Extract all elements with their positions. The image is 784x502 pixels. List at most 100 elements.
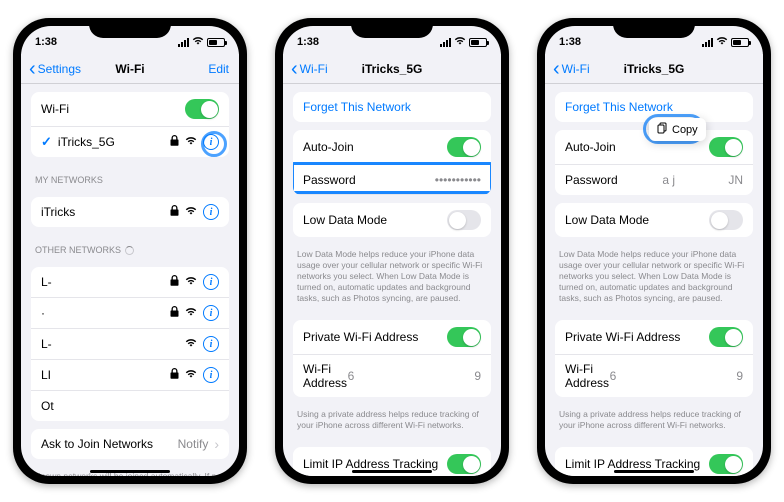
- phone-frame-2: 1:38 Wi-Fi iTricks_5G Forget This Networ…: [275, 18, 509, 484]
- home-indicator[interactable]: [614, 470, 694, 473]
- forget-network-button[interactable]: Forget This Network: [293, 92, 491, 122]
- my-networks-header: MY NETWORKS: [21, 165, 239, 189]
- password-value: a j JN: [662, 173, 743, 187]
- battery-icon: [731, 38, 749, 47]
- auto-join-label: Auto-Join: [565, 140, 616, 154]
- auto-join-toggle[interactable]: [709, 137, 743, 157]
- battery-icon: [469, 38, 487, 47]
- notch: [351, 18, 433, 38]
- status-time: 1:38: [297, 36, 319, 48]
- phone-frame-1: 1:38 Settings Wi-Fi Edit Wi-Fi: [13, 18, 247, 484]
- wifi-icon: [185, 206, 197, 218]
- phone-frame-3: 1:38 Wi-Fi iTricks_5G Forget This Networ…: [537, 18, 771, 484]
- nav-bar: Wi-Fi iTricks_5G: [283, 54, 501, 84]
- home-indicator[interactable]: [352, 470, 432, 473]
- wifi-icon: [185, 338, 197, 350]
- wifi-toggle-row: Wi-Fi: [31, 92, 229, 127]
- low-data-row: Low Data Mode: [293, 203, 491, 237]
- wifi-icon: [185, 307, 197, 319]
- lock-icon: [170, 306, 179, 320]
- wifi-address-row: Wi-Fi Address 6 9: [555, 355, 753, 397]
- low-data-toggle[interactable]: [447, 210, 481, 230]
- back-button[interactable]: Wi-Fi: [291, 62, 328, 76]
- password-value: •••••••••••: [435, 173, 481, 187]
- network-row[interactable]: L-i: [31, 267, 229, 298]
- wifi-toggle[interactable]: [185, 99, 219, 119]
- other-networks-header: OTHER NETWORKS: [21, 235, 239, 259]
- lock-icon: [170, 205, 179, 219]
- wifi-address-label: Wi-Fi Address: [303, 362, 348, 390]
- wifi-address-value: 6 9: [610, 369, 743, 383]
- chevron-right-icon: ›: [214, 436, 219, 452]
- wifi-address-label: Wi-Fi Address: [565, 362, 610, 390]
- low-data-toggle[interactable]: [709, 210, 743, 230]
- wifi-status-icon: [192, 36, 204, 48]
- network-row[interactable]: Ot: [31, 391, 229, 421]
- low-data-note: Low Data Mode helps reduce your iPhone d…: [283, 245, 501, 312]
- lock-icon: [170, 275, 179, 289]
- lock-icon: [170, 368, 179, 382]
- network-name: iTricks: [41, 205, 75, 219]
- lock-icon: [170, 135, 179, 149]
- screen-3: 1:38 Wi-Fi iTricks_5G Forget This Networ…: [545, 26, 763, 476]
- low-data-label: Low Data Mode: [565, 213, 649, 227]
- auto-join-toggle[interactable]: [447, 137, 481, 157]
- private-address-toggle[interactable]: [709, 327, 743, 347]
- private-address-label: Private Wi-Fi Address: [565, 330, 680, 344]
- back-button[interactable]: Wi-Fi: [553, 62, 590, 76]
- info-button[interactable]: i: [203, 134, 219, 150]
- spinner-icon: [125, 246, 134, 255]
- private-address-row: Private Wi-Fi Address: [293, 320, 491, 355]
- nav-bar: Wi-Fi iTricks_5G: [545, 54, 763, 84]
- connected-network-row[interactable]: ✓ iTricks_5G i: [31, 127, 229, 157]
- info-button[interactable]: i: [203, 204, 219, 220]
- page-title: Wi-Fi: [115, 62, 144, 76]
- limit-tracking-toggle[interactable]: [447, 454, 481, 474]
- signal-icon: [178, 38, 189, 47]
- back-button[interactable]: Settings: [29, 62, 81, 76]
- wifi-toggle-label: Wi-Fi: [41, 102, 69, 116]
- private-address-toggle[interactable]: [447, 327, 481, 347]
- private-address-note: Using a private address helps reduce tra…: [545, 405, 763, 439]
- info-button[interactable]: i: [203, 274, 219, 290]
- private-address-row: Private Wi-Fi Address: [555, 320, 753, 355]
- status-time: 1:38: [559, 36, 581, 48]
- copy-icon: [657, 122, 668, 137]
- screen-2: 1:38 Wi-Fi iTricks_5G Forget This Networ…: [283, 26, 501, 476]
- network-row[interactable]: ·i: [31, 298, 229, 329]
- content[interactable]: Wi-Fi ✓ iTricks_5G i: [21, 84, 239, 476]
- content[interactable]: Forget This Network Copy Auto-Join Passw…: [545, 84, 763, 476]
- network-row-itricks[interactable]: iTricks i: [31, 197, 229, 227]
- network-row[interactable]: LIi: [31, 360, 229, 391]
- info-button[interactable]: i: [203, 367, 219, 383]
- low-data-label: Low Data Mode: [303, 213, 387, 227]
- copy-popover[interactable]: Copy: [649, 118, 706, 141]
- password-row[interactable]: Password a j JN: [555, 165, 753, 195]
- low-data-note: Low Data Mode helps reduce your iPhone d…: [545, 245, 763, 312]
- low-data-row: Low Data Mode: [555, 203, 753, 237]
- content[interactable]: Forget This Network Auto-Join Password •…: [283, 84, 501, 476]
- info-button[interactable]: i: [203, 305, 219, 321]
- edit-button[interactable]: Edit: [208, 62, 229, 76]
- network-row[interactable]: L-i: [31, 329, 229, 360]
- wifi-status-icon: [454, 36, 466, 48]
- auto-join-row: Auto-Join: [293, 130, 491, 165]
- ask-to-join-row[interactable]: Ask to Join Networks Notify›: [31, 429, 229, 459]
- info-button[interactable]: i: [203, 336, 219, 352]
- wifi-address-row: Wi-Fi Address 6 9: [293, 355, 491, 397]
- password-row[interactable]: Password •••••••••••: [293, 165, 491, 195]
- home-indicator[interactable]: [90, 470, 170, 473]
- battery-icon: [207, 38, 225, 47]
- limit-tracking-toggle[interactable]: [709, 454, 743, 474]
- private-address-label: Private Wi-Fi Address: [303, 330, 418, 344]
- password-label: Password: [303, 173, 356, 187]
- status-time: 1:38: [35, 36, 57, 48]
- connected-network-name: iTricks_5G: [58, 135, 115, 149]
- other-networks-list: L-i ·i L-i LIi Ot: [31, 267, 229, 421]
- copy-label: Copy: [672, 124, 698, 136]
- page-title: iTricks_5G: [362, 62, 423, 76]
- nav-bar: Settings Wi-Fi Edit: [21, 54, 239, 84]
- notch: [613, 18, 695, 38]
- checkmark-icon: ✓: [41, 134, 52, 150]
- password-label: Password: [565, 173, 618, 187]
